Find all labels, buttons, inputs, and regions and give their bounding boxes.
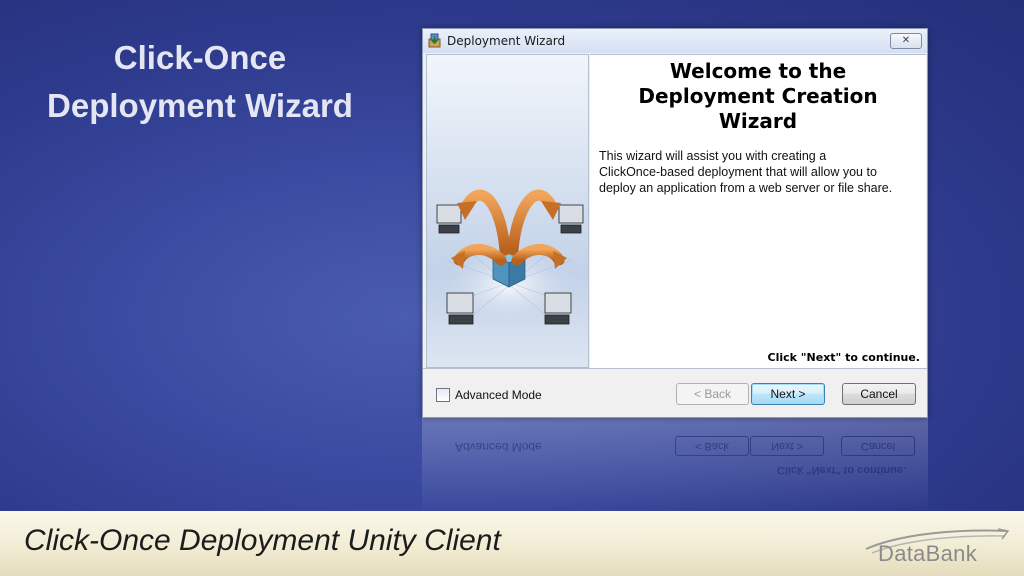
dialog-titlebar[interactable]: Deployment Wizard ✕	[423, 29, 927, 53]
back-button[interactable]: < Back	[676, 383, 749, 405]
databank-logo: DataBank	[862, 525, 1012, 570]
cancel-button[interactable]: Cancel	[842, 383, 916, 405]
slide-title-line-2: Deployment Wizard	[47, 87, 353, 124]
wizard-description: This wizard will assist you with creatin…	[599, 148, 921, 196]
deployment-wizard-dialog: Deployment Wizard ✕ Welcome to the Deplo…	[422, 28, 928, 418]
footer-caption: Click-Once Deployment Unity Client	[24, 524, 501, 557]
desc-line-3: deploy an application from a web server …	[599, 181, 893, 195]
reflection-next: Next >	[750, 436, 824, 456]
dialog-reflection: Advanced Mode < Back Next > Cancel Click…	[422, 418, 928, 518]
reflection-continue: Click "Next" to continue.	[777, 464, 907, 476]
desc-line-1: This wizard will assist you with creatin…	[599, 149, 827, 163]
divider	[423, 368, 927, 369]
footer-bar: Click-Once Deployment Unity Client DataB…	[0, 511, 1024, 576]
wizard-content: Welcome to the Deployment Creation Wizar…	[590, 54, 926, 368]
slide-title-line-1: Click-Once	[113, 39, 287, 76]
welcome-line-1: Welcome to the	[669, 59, 847, 83]
reflection-back: < Back	[675, 436, 749, 456]
welcome-line-2: Deployment Creation	[638, 84, 878, 108]
continue-hint: Click "Next" to continue.	[767, 351, 920, 364]
installer-icon	[428, 33, 442, 48]
deployment-arrows-illustration	[431, 189, 587, 330]
advanced-mode-label: Advanced Mode	[455, 388, 542, 402]
welcome-heading: Welcome to the Deployment Creation Wizar…	[590, 59, 926, 134]
wizard-side-panel	[426, 54, 589, 368]
logo-text: DataBank	[878, 541, 978, 566]
advanced-mode-checkbox[interactable]	[436, 388, 450, 402]
reflection-advanced-label: Advanced Mode	[455, 440, 542, 454]
dialog-title: Deployment Wizard	[447, 34, 566, 48]
reflection-cancel: Cancel	[841, 436, 915, 456]
slide-title: Click-Once Deployment Wizard	[20, 34, 380, 130]
next-button[interactable]: Next >	[751, 383, 825, 405]
welcome-line-3: Wizard	[718, 109, 798, 133]
desc-line-2: ClickOnce-based deployment that will all…	[599, 165, 877, 179]
close-icon[interactable]: ✕	[890, 33, 922, 49]
